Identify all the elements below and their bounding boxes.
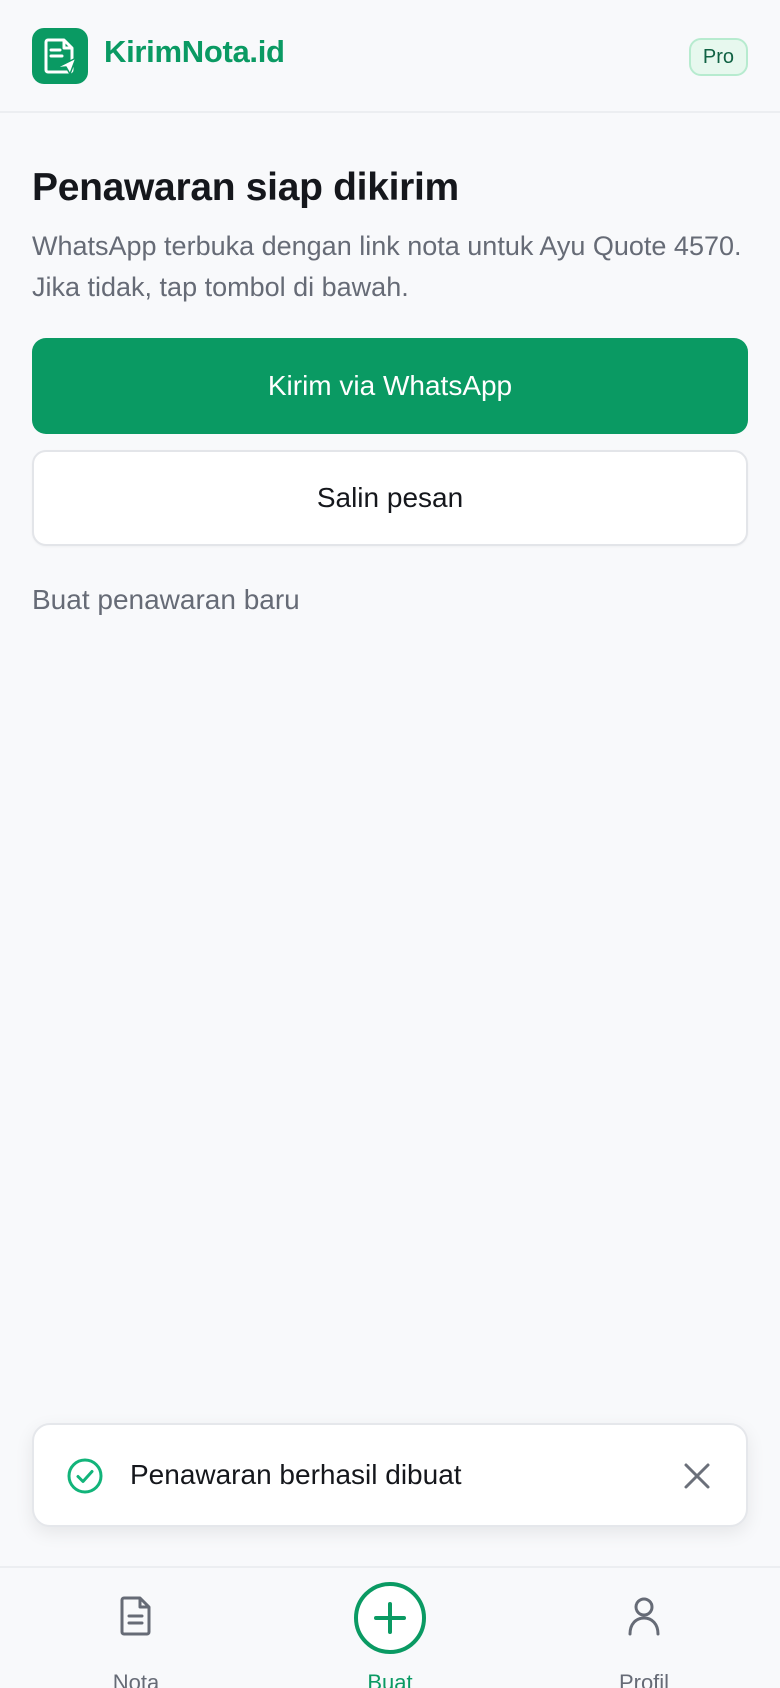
page-subtitle: WhatsApp terbuka dengan link nota untuk … <box>32 231 742 302</box>
user-icon <box>624 1594 664 1643</box>
success-toast: Penawaran berhasil dibuat <box>32 1423 748 1527</box>
nav-label-profil: Profil <box>618 1670 670 1688</box>
logo-icon <box>32 28 88 84</box>
app-header: KirimNota.id Pro <box>0 0 780 113</box>
plus-circle-icon <box>354 1582 426 1654</box>
pro-badge: Pro <box>688 38 748 76</box>
brand-name: KirimNota.id <box>104 34 285 69</box>
send-whatsapp-button[interactable]: Kirim via WhatsApp <box>32 338 748 434</box>
toast-message: Penawaran berhasil dibuat <box>130 1459 462 1490</box>
check-circle-icon <box>66 1457 104 1495</box>
nav-item-nota[interactable]: Nota <box>56 1568 216 1688</box>
copy-message-button[interactable]: Salin pesan <box>32 450 748 546</box>
close-icon[interactable] <box>682 1461 712 1491</box>
nav-label-nota: Nota <box>112 1670 160 1688</box>
app-screen: KirimNota.id Pro Penawaran siap dikirim … <box>0 0 780 1688</box>
bottom-navigation: Nota Buat Profil <box>0 1566 780 1688</box>
page-title: Penawaran siap dikirim <box>32 166 459 209</box>
new-quote-link[interactable]: Buat penawaran baru <box>32 584 300 616</box>
nav-label-buat: Buat <box>367 1670 413 1688</box>
nav-item-buat[interactable]: Buat <box>310 1568 470 1688</box>
nav-item-profil[interactable]: Profil <box>564 1568 724 1688</box>
document-icon <box>116 1594 156 1643</box>
